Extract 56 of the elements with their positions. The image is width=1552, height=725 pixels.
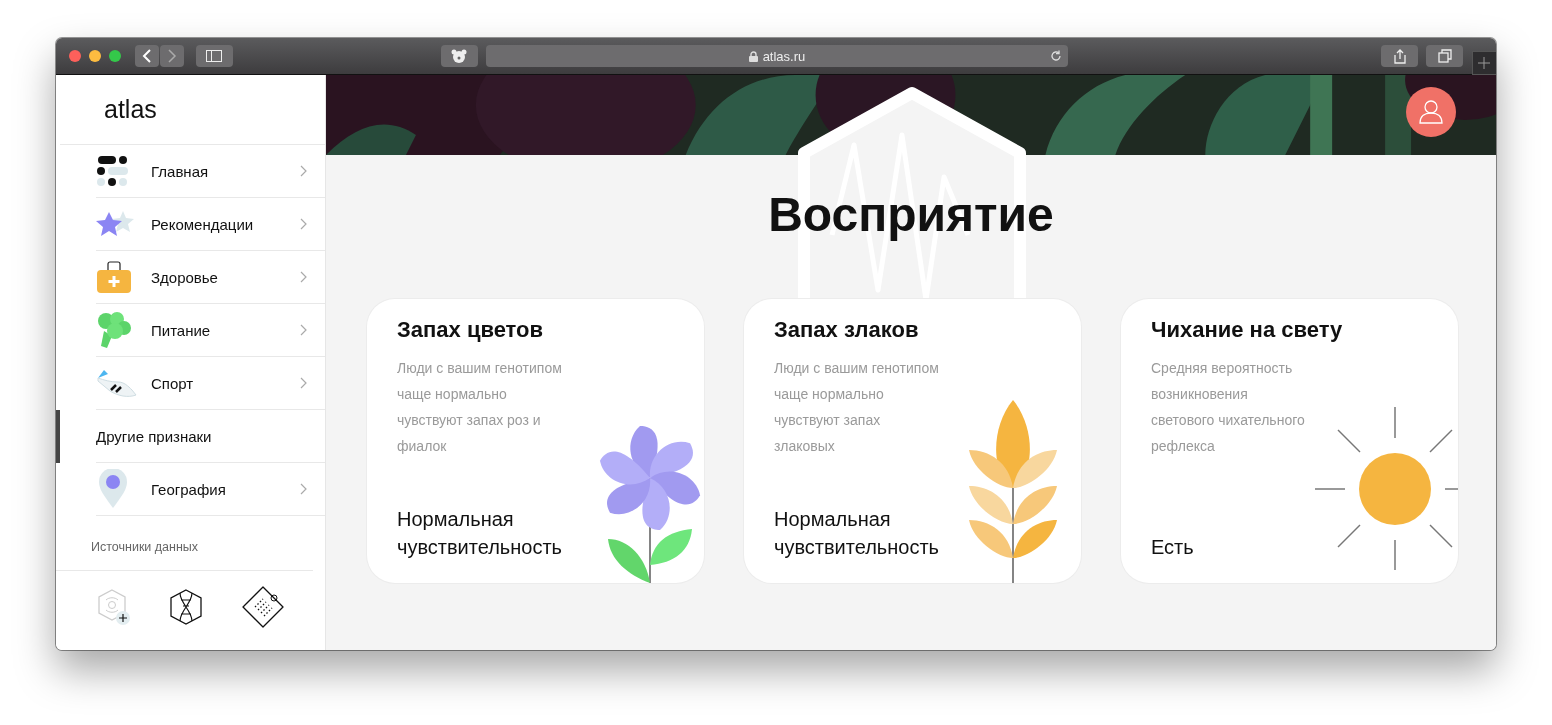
card-result: Нормальная чувствительность (397, 507, 563, 560)
lock-icon (748, 50, 758, 62)
sidebar-toggle-button[interactable] (195, 45, 233, 67)
chevron-right-icon (300, 218, 307, 230)
sidebar-item[interactable]: Здоровье (96, 251, 325, 304)
share-icon (1393, 48, 1406, 64)
sidebar-item[interactable]: География (96, 463, 325, 516)
back-button[interactable] (134, 45, 159, 67)
tabs-icon (1437, 49, 1452, 63)
chevron-right-icon (300, 165, 307, 177)
location-pin-icon (96, 469, 130, 509)
url-text: atlas.ru (762, 48, 806, 64)
bear-icon (451, 49, 468, 63)
sidebar-icon (206, 50, 223, 62)
sidebar-item[interactable]: Спорт (96, 357, 325, 410)
close-window-button[interactable] (69, 50, 81, 62)
trait-card[interactable]: Запах цветов Люди с вашим генотипом чаще нормально чувствуют запах роз и фиалок Нормальная чувствительность (367, 299, 704, 583)
sidebar-item[interactable]: Главная (96, 145, 325, 198)
card-description: Люди с вашим генотипом чаще нормально чувствуют запах злаковых (774, 359, 939, 456)
sidebar-item[interactable]: Другие признаки (96, 410, 325, 463)
dots-icon (96, 156, 130, 186)
card-description: Средняя вероятность возникновения светового чихательного рефлекса (1151, 359, 1305, 456)
back-icon (141, 49, 152, 63)
dna-icon[interactable] (168, 588, 205, 626)
trait-card[interactable]: Чихание на свету Средняя вероятность возникновения светового чихательного рефлекса Есть (1121, 299, 1458, 583)
chevron-right-icon (300, 483, 307, 495)
page-title: Восприятие (768, 187, 1054, 243)
user-icon (1418, 99, 1444, 125)
address-bar[interactable]: atlas.ru (485, 45, 1069, 67)
tabs-button[interactable] (1426, 45, 1463, 67)
first-aid-kit-icon (96, 260, 132, 294)
reload-icon[interactable] (1050, 50, 1063, 62)
chevron-right-icon (300, 377, 307, 389)
plus-icon (1478, 56, 1491, 69)
trait-card[interactable]: Запах злаков Люди с вашим генотипом чаще нормально чувствуют запах злаковых Нормальная чувствительность (744, 299, 1081, 583)
forward-icon (166, 49, 177, 63)
forward-button[interactable] (159, 45, 184, 67)
card-result: Нормальная чувствительность (774, 507, 940, 560)
clipboard-icon[interactable] (240, 585, 285, 629)
broccoli-icon (96, 311, 132, 349)
share-button[interactable] (1381, 45, 1419, 67)
card-title: Чихание на свету (1151, 317, 1343, 343)
card-result: Есть (1151, 535, 1195, 560)
minimize-window-button[interactable] (89, 50, 101, 62)
card-description: Люди с вашим генотипом чаще нормально чувствуют запах роз и фиалок (397, 359, 562, 456)
bear-button[interactable] (440, 45, 478, 67)
sidebar-item[interactable]: Питание (96, 304, 325, 357)
logo-text[interactable]: atlas (60, 75, 325, 145)
section-label: Источники данных (56, 516, 314, 571)
zoom-window-button[interactable] (108, 50, 121, 62)
card-title: Запах цветов (397, 317, 544, 343)
chevron-right-icon (300, 324, 307, 336)
card-title: Запах злаков (774, 317, 919, 343)
sidebar-item[interactable]: Рекомендации (96, 198, 325, 251)
chevron-right-icon (300, 271, 307, 283)
stars-icon (96, 210, 136, 238)
